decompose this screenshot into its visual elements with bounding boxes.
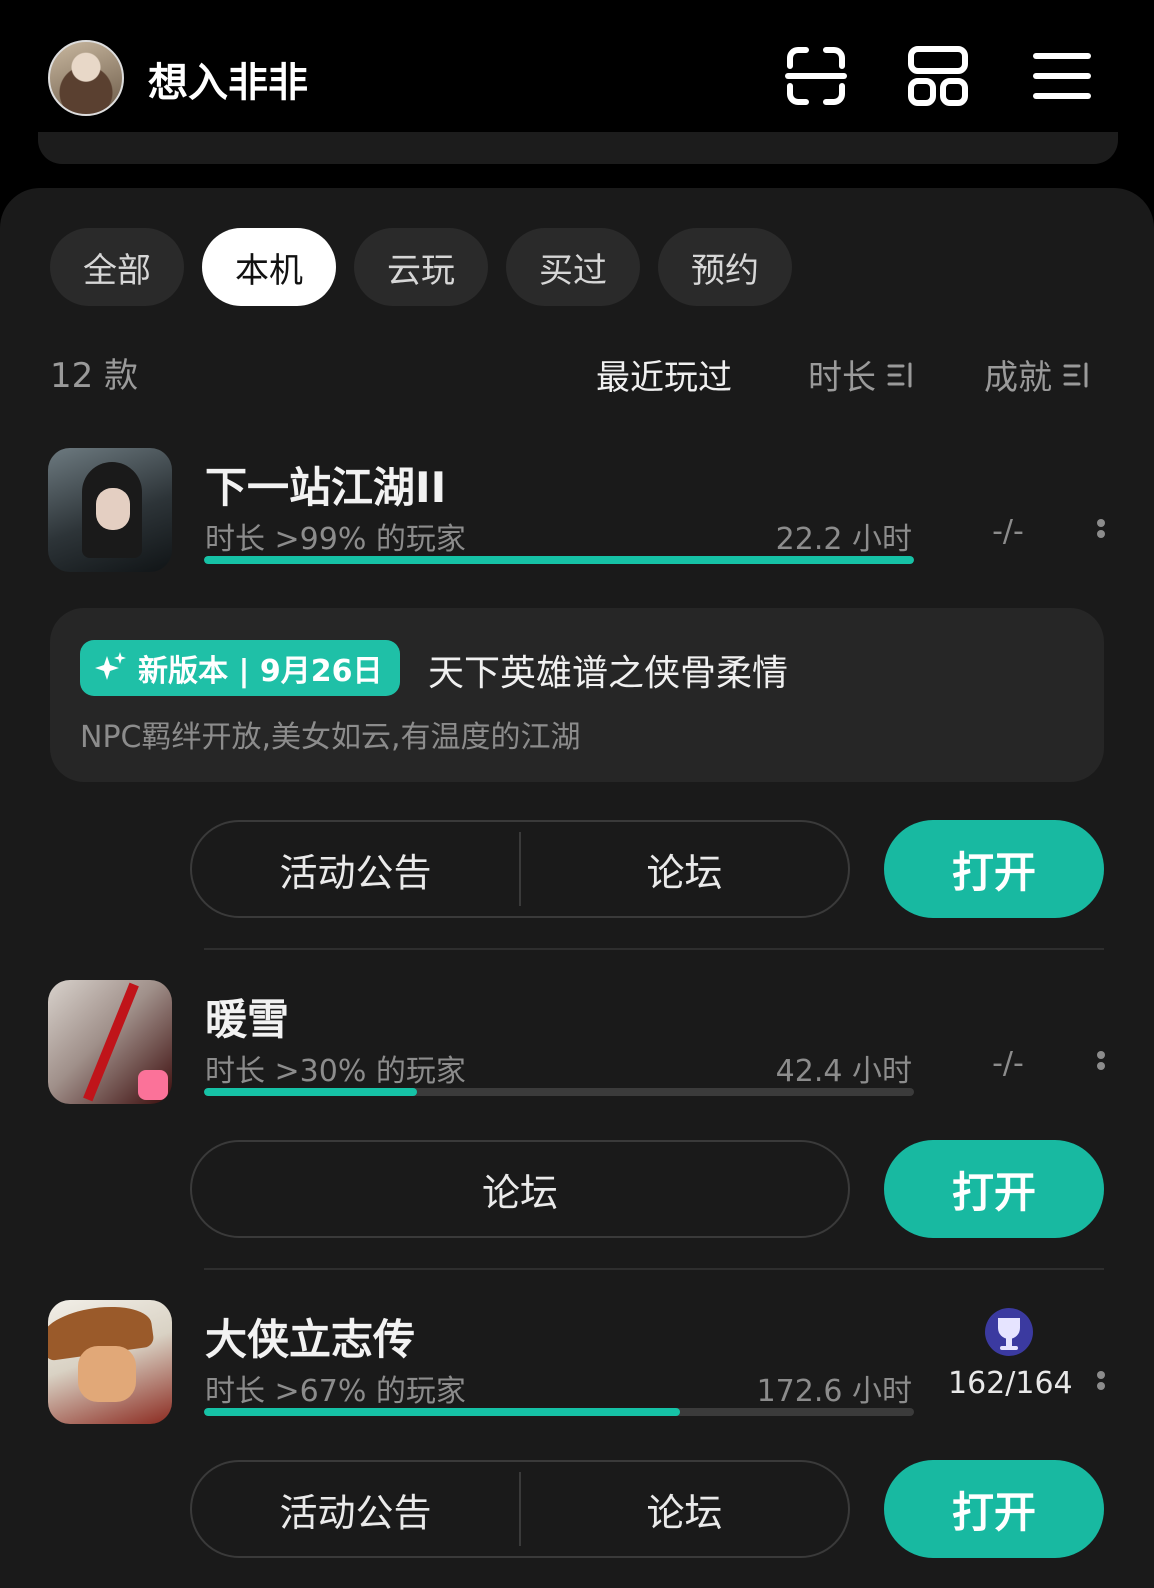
username[interactable]: 想入非非 xyxy=(148,50,308,108)
playtime-rank: 时长 >67% 的玩家 xyxy=(205,1374,466,1409)
playtime-progress xyxy=(204,1088,914,1096)
playtime-progress xyxy=(204,556,914,564)
game-title[interactable]: 大侠立志传 xyxy=(205,1306,415,1367)
sort-recent-label: 最近玩过 xyxy=(596,358,732,398)
sort-order-icon xyxy=(887,362,912,387)
filter-chip-purchased[interactable]: 买过 xyxy=(506,228,640,306)
achievement-count: -/- xyxy=(992,514,1024,549)
game-actions: 活动公告 论坛 xyxy=(190,1460,850,1558)
sort-duration-label: 时长 xyxy=(808,358,876,398)
new-version-label: 新版本 | 9月26日 xyxy=(138,654,383,689)
game-icon-daxia[interactable] xyxy=(48,1300,172,1424)
forum-button[interactable]: 论坛 xyxy=(192,1142,848,1236)
forum-button[interactable]: 论坛 xyxy=(521,822,848,916)
filter-chip-reserved[interactable]: 预约 xyxy=(658,228,792,306)
more-options-icon[interactable] xyxy=(1094,516,1108,546)
announcement-button[interactable]: 活动公告 xyxy=(192,1462,519,1556)
game-count: 12 款 xyxy=(50,356,139,396)
game-actions: 活动公告 论坛 xyxy=(190,820,850,918)
sort-order-icon xyxy=(1063,362,1088,387)
open-game-button[interactable]: 打开 xyxy=(884,1460,1104,1558)
open-game-button[interactable]: 打开 xyxy=(884,1140,1104,1238)
filter-chip-local[interactable]: 本机 xyxy=(202,228,336,306)
open-game-button[interactable]: 打开 xyxy=(884,820,1104,918)
announcement-button[interactable]: 活动公告 xyxy=(192,822,519,916)
forum-button[interactable]: 论坛 xyxy=(521,1462,848,1556)
avatar[interactable] xyxy=(48,40,124,116)
playtime-progress-fill xyxy=(204,556,914,564)
sort-recent[interactable]: 最近玩过 xyxy=(596,350,732,399)
update-notice[interactable]: 新版本 | 9月26日 天下英雄谱之侠骨柔情 NPC羁绊开放,美女如云,有温度的… xyxy=(50,608,1104,782)
more-options-icon[interactable] xyxy=(1094,1048,1108,1078)
achievement-count: -/- xyxy=(992,1046,1024,1081)
game-icon-jianghu[interactable] xyxy=(48,448,172,572)
playtime-rank: 时长 >30% 的玩家 xyxy=(205,1054,466,1089)
menu-icon[interactable] xyxy=(1030,44,1094,108)
filter-chip-all[interactable]: 全部 xyxy=(50,228,184,306)
playtime-hours: 22.2 小时 xyxy=(775,522,912,557)
game-title[interactable]: 下一站江湖II xyxy=(205,454,446,515)
achievement-count: 162/164 xyxy=(948,1366,1073,1401)
grid-apps-icon[interactable] xyxy=(906,44,970,108)
playtime-progress xyxy=(204,1408,914,1416)
filter-chip-cloud[interactable]: 云玩 xyxy=(354,228,488,306)
game-icon-nuanxue[interactable] xyxy=(48,980,172,1104)
sort-achievement[interactable]: 成就 xyxy=(984,350,1092,399)
scan-icon[interactable] xyxy=(784,44,848,108)
sort-achievement-label: 成就 xyxy=(984,358,1052,398)
playtime-progress-fill xyxy=(204,1408,680,1416)
playtime-hours: 172.6 小时 xyxy=(756,1374,912,1409)
notice-description: NPC羁绊开放,美女如云,有温度的江湖 xyxy=(80,720,581,755)
sparkle-icon xyxy=(95,652,126,680)
playtime-progress-fill xyxy=(204,1088,417,1096)
new-version-badge: 新版本 | 9月26日 xyxy=(80,640,401,696)
notice-title: 天下英雄谱之侠骨柔情 xyxy=(428,653,789,694)
header-edge xyxy=(38,132,1118,164)
game-title[interactable]: 暖雪 xyxy=(205,986,289,1047)
list-divider xyxy=(204,1268,1104,1270)
game-actions: 论坛 xyxy=(190,1140,850,1238)
trophy-icon xyxy=(985,1308,1033,1356)
top-bar: 想入非非 xyxy=(0,0,1154,150)
list-divider xyxy=(204,948,1104,950)
sort-duration[interactable]: 时长 xyxy=(808,350,916,399)
playtime-hours: 42.4 小时 xyxy=(775,1054,912,1089)
playtime-rank: 时长 >99% 的玩家 xyxy=(205,522,466,557)
more-options-icon[interactable] xyxy=(1094,1368,1108,1398)
